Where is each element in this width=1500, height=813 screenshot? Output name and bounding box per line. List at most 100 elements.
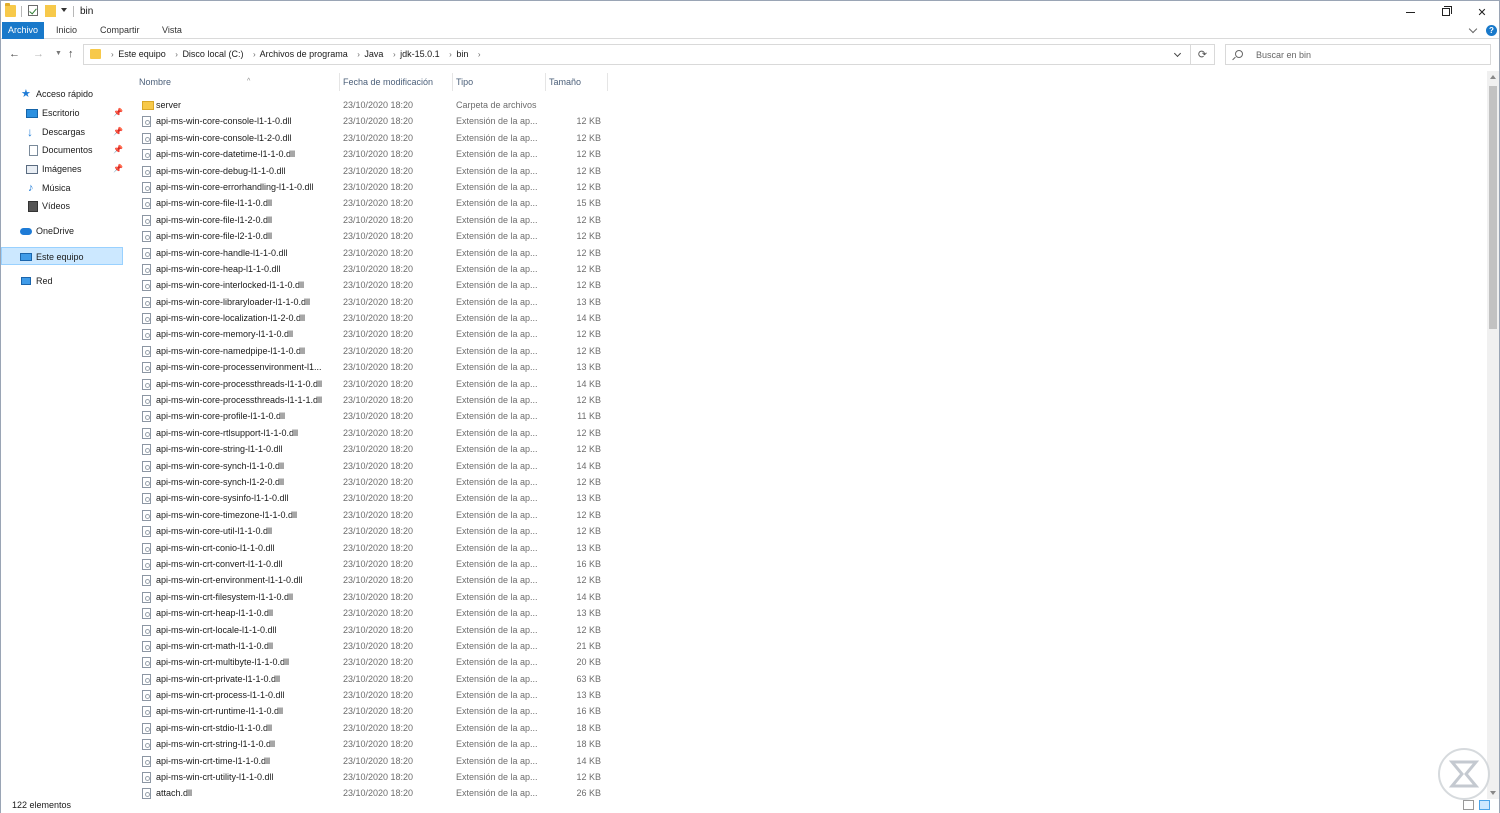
scroll-up-icon[interactable] xyxy=(1490,75,1496,79)
help-icon[interactable]: ? xyxy=(1486,25,1497,36)
table-row[interactable]: api-ms-win-crt-utility-l1-1-0.dll 23/10/2… xyxy=(125,769,725,785)
breadcrumb-item[interactable]: Archivos de programa xyxy=(260,49,348,59)
table-row[interactable]: api-ms-win-crt-conio-l1-1-0.dll 23/10/202… xyxy=(125,540,725,556)
up-arrow-icon[interactable]: ↑ xyxy=(68,48,74,60)
tab-vista[interactable]: Vista xyxy=(156,22,188,39)
column-divider[interactable] xyxy=(607,73,608,91)
expand-ribbon-icon[interactable] xyxy=(1468,24,1478,34)
table-row[interactable]: api-ms-win-crt-time-l1-1-0.dll 23/10/2020… xyxy=(125,753,725,769)
properties-icon[interactable] xyxy=(28,5,38,16)
table-row[interactable]: server 23/10/2020 18:20 Carpeta de archivo… xyxy=(125,97,725,113)
table-row[interactable]: api-ms-win-crt-locale-l1-1-0.dll 23/10/20… xyxy=(125,622,725,638)
column-header-type[interactable]: Tipo xyxy=(456,71,546,93)
chevron-right-icon[interactable]: › xyxy=(357,50,360,59)
table-row[interactable]: api-ms-win-crt-filesystem-l1-1-0.dll 23/1… xyxy=(125,589,725,605)
column-header-date[interactable]: Fecha de modificación xyxy=(343,71,453,93)
chevron-right-icon[interactable]: › xyxy=(478,50,481,59)
table-row[interactable]: api-ms-win-core-libraryloader-l1-1-0.dll… xyxy=(125,294,725,310)
breadcrumb-item[interactable]: Este equipo xyxy=(118,49,166,59)
breadcrumb-item[interactable]: jdk-15.0.1 xyxy=(400,49,440,59)
table-row[interactable]: api-ms-win-core-util-l1-1-0.dll 23/10/202… xyxy=(125,523,725,539)
sidebar-item-onedrive[interactable]: OneDrive xyxy=(1,222,123,240)
table-row[interactable]: api-ms-win-core-synch-l1-2-0.dll 23/10/20… xyxy=(125,474,725,490)
column-header-name[interactable]: Nombre ^ xyxy=(139,71,339,93)
pin-icon[interactable]: 📌 xyxy=(113,123,123,141)
table-row[interactable]: api-ms-win-core-processthreads-l1-1-1.dl… xyxy=(125,392,725,408)
refresh-button[interactable]: ⟳ xyxy=(1191,44,1215,65)
sidebar-item-red[interactable]: Red xyxy=(1,272,123,290)
column-header-size[interactable]: Tamaño xyxy=(549,71,609,93)
sidebar-item-documentos[interactable]: Documentos 📌 xyxy=(1,141,123,159)
minimize-button[interactable] xyxy=(1392,1,1428,23)
table-row[interactable]: api-ms-win-crt-environment-l1-1-0.dll 23/… xyxy=(125,572,725,588)
table-row[interactable]: api-ms-win-core-console-l1-1-0.dll 23/10/… xyxy=(125,113,725,129)
table-row[interactable]: attach.dll 23/10/2020 18:20 Extensión de l… xyxy=(125,785,725,800)
sidebar-item-escritorio[interactable]: Escritorio 📌 xyxy=(1,104,123,122)
pin-icon[interactable]: 📌 xyxy=(113,160,123,178)
chevron-right-icon[interactable]: › xyxy=(175,50,178,59)
column-divider[interactable] xyxy=(339,73,340,91)
chevron-right-icon[interactable]: › xyxy=(449,50,452,59)
table-row[interactable]: api-ms-win-core-file-l2-1-0.dll 23/10/202… xyxy=(125,228,725,244)
vertical-scrollbar[interactable] xyxy=(1487,71,1499,799)
sidebar-item-videos[interactable]: Vídeos xyxy=(1,197,123,215)
table-row[interactable]: api-ms-win-core-memory-l1-1-0.dll 23/10/2… xyxy=(125,326,725,342)
chevron-right-icon[interactable]: › xyxy=(393,50,396,59)
table-row[interactable]: api-ms-win-core-file-l1-2-0.dll 23/10/202… xyxy=(125,212,725,228)
column-divider[interactable] xyxy=(452,73,453,91)
table-row[interactable]: api-ms-win-core-debug-l1-1-0.dll 23/10/20… xyxy=(125,163,725,179)
recent-locations-icon[interactable]: ▼ xyxy=(55,50,62,57)
new-folder-icon[interactable] xyxy=(45,5,56,17)
table-row[interactable]: api-ms-win-core-namedpipe-l1-1-0.dll 23/1… xyxy=(125,343,725,359)
table-row[interactable]: api-ms-win-core-console-l1-2-0.dll 23/10/… xyxy=(125,130,725,146)
table-row[interactable]: api-ms-win-crt-math-l1-1-0.dll 23/10/2020… xyxy=(125,638,725,654)
table-row[interactable]: api-ms-win-core-synch-l1-1-0.dll 23/10/20… xyxy=(125,458,725,474)
breadcrumb-item[interactable]: Java xyxy=(364,49,383,59)
table-row[interactable]: api-ms-win-crt-heap-l1-1-0.dll 23/10/2020… xyxy=(125,605,725,621)
table-row[interactable]: api-ms-win-core-localization-l1-2-0.dll 2… xyxy=(125,310,725,326)
table-row[interactable]: api-ms-win-core-sysinfo-l1-1-0.dll 23/10/… xyxy=(125,490,725,506)
scrollbar-thumb[interactable] xyxy=(1489,86,1497,329)
table-row[interactable]: api-ms-win-core-interlocked-l1-1-0.dll 23… xyxy=(125,277,725,293)
tab-compartir[interactable]: Compartir xyxy=(94,22,146,39)
table-row[interactable]: api-ms-win-crt-runtime-l1-1-0.dll 23/10/2… xyxy=(125,703,725,719)
forward-arrow-icon[interactable]: → xyxy=(33,48,44,60)
table-row[interactable]: api-ms-win-crt-stdio-l1-1-0.dll 23/10/202… xyxy=(125,720,725,736)
table-row[interactable]: api-ms-win-core-file-l1-1-0.dll 23/10/202… xyxy=(125,195,725,211)
table-row[interactable]: api-ms-win-crt-convert-l1-1-0.dll 23/10/2… xyxy=(125,556,725,572)
address-bar[interactable]: › Este equipo › Disco local (C:) › Archi… xyxy=(83,44,1191,65)
pin-icon[interactable]: 📌 xyxy=(113,104,123,122)
table-row[interactable]: api-ms-win-crt-private-l1-1-0.dll 23/10/2… xyxy=(125,671,725,687)
close-button[interactable]: ✕ xyxy=(1464,1,1500,23)
table-row[interactable]: api-ms-win-core-rtlsupport-l1-1-0.dll 23/… xyxy=(125,425,725,441)
breadcrumb-item[interactable]: Disco local (C:) xyxy=(182,49,243,59)
sidebar-item-acceso-rapido[interactable]: ★ Acceso rápido xyxy=(1,85,123,103)
table-row[interactable]: api-ms-win-core-timezone-l1-1-0.dll 23/10… xyxy=(125,507,725,523)
table-row[interactable]: api-ms-win-core-handle-l1-1-0.dll 23/10/2… xyxy=(125,245,725,261)
sidebar-item-descargas[interactable]: ↓ Descargas 📌 xyxy=(1,123,123,141)
column-divider[interactable] xyxy=(545,73,546,91)
chevron-right-icon[interactable]: › xyxy=(253,50,256,59)
table-row[interactable]: api-ms-win-core-heap-l1-1-0.dll 23/10/202… xyxy=(125,261,725,277)
table-row[interactable]: api-ms-win-crt-string-l1-1-0.dll 23/10/20… xyxy=(125,736,725,752)
pin-icon[interactable]: 📌 xyxy=(113,141,123,159)
table-row[interactable]: api-ms-win-core-processthreads-l1-1-0.dl… xyxy=(125,376,725,392)
table-row[interactable]: api-ms-win-core-profile-l1-1-0.dll 23/10/… xyxy=(125,408,725,424)
sidebar-item-imagenes[interactable]: Imágenes 📌 xyxy=(1,160,123,178)
restore-button[interactable] xyxy=(1428,1,1464,23)
back-arrow-icon[interactable]: ← xyxy=(9,48,20,60)
tab-archivo[interactable]: Archivo xyxy=(2,22,44,39)
breadcrumb-item[interactable]: bin xyxy=(456,49,468,59)
chevron-down-icon[interactable] xyxy=(61,8,67,12)
chevron-down-icon[interactable] xyxy=(1173,49,1182,58)
table-row[interactable]: api-ms-win-crt-process-l1-1-0.dll 23/10/2… xyxy=(125,687,725,703)
tab-inicio[interactable]: Inicio xyxy=(50,22,83,39)
table-row[interactable]: api-ms-win-crt-multibyte-l1-1-0.dll 23/10… xyxy=(125,654,725,670)
table-row[interactable]: api-ms-win-core-processenvironment-l1...… xyxy=(125,359,725,375)
search-box[interactable] xyxy=(1225,44,1491,65)
table-row[interactable]: api-ms-win-core-string-l1-1-0.dll 23/10/2… xyxy=(125,441,725,457)
sidebar-item-este-equipo[interactable]: Este equipo xyxy=(1,247,123,265)
table-row[interactable]: api-ms-win-core-errorhandling-l1-1-0.dll… xyxy=(125,179,725,195)
sidebar-item-musica[interactable]: ♪ Música xyxy=(1,179,123,197)
table-row[interactable]: api-ms-win-core-datetime-l1-1-0.dll 23/10… xyxy=(125,146,725,162)
